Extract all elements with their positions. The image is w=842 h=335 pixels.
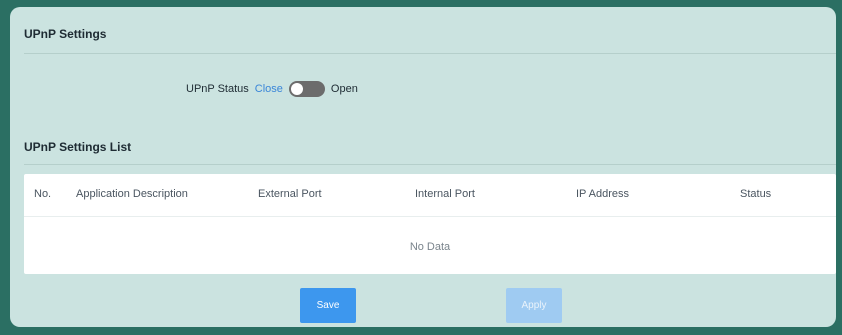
column-header-application-description: Application Description [76,188,188,200]
column-header-external-port: External Port [258,188,322,200]
open-option-label[interactable]: Open [331,83,358,95]
upnp-settings-table: No. Application Description External Por… [24,174,836,274]
column-header-ip-address: IP Address [576,188,629,200]
upnp-settings-list-title: UPnP Settings List [24,140,132,154]
upnp-settings-panel: UPnP Settings UPnP Status Close Open UPn… [10,7,836,327]
toggle-knob [290,83,303,95]
upnp-status-row: UPnP Status Close Open [186,81,358,97]
list-divider [24,164,836,165]
column-header-no: No. [34,188,52,200]
window-frame: UPnP Settings UPnP Status Close Open UPn… [0,0,842,335]
empty-table-message: No Data [409,241,451,253]
column-header-status: Status [740,188,772,200]
upnp-status-label: UPnP Status [186,83,249,95]
section-divider [24,53,836,54]
upnp-status-toggle[interactable] [288,81,325,97]
table-header: No. Application Description External Por… [24,174,836,217]
save-button[interactable]: Save [300,288,356,323]
apply-button[interactable]: Apply [506,288,562,323]
upnp-settings-title: UPnP Settings [24,27,107,41]
column-header-internal-port: Internal Port [415,188,475,200]
close-option-label[interactable]: Close [255,83,283,95]
